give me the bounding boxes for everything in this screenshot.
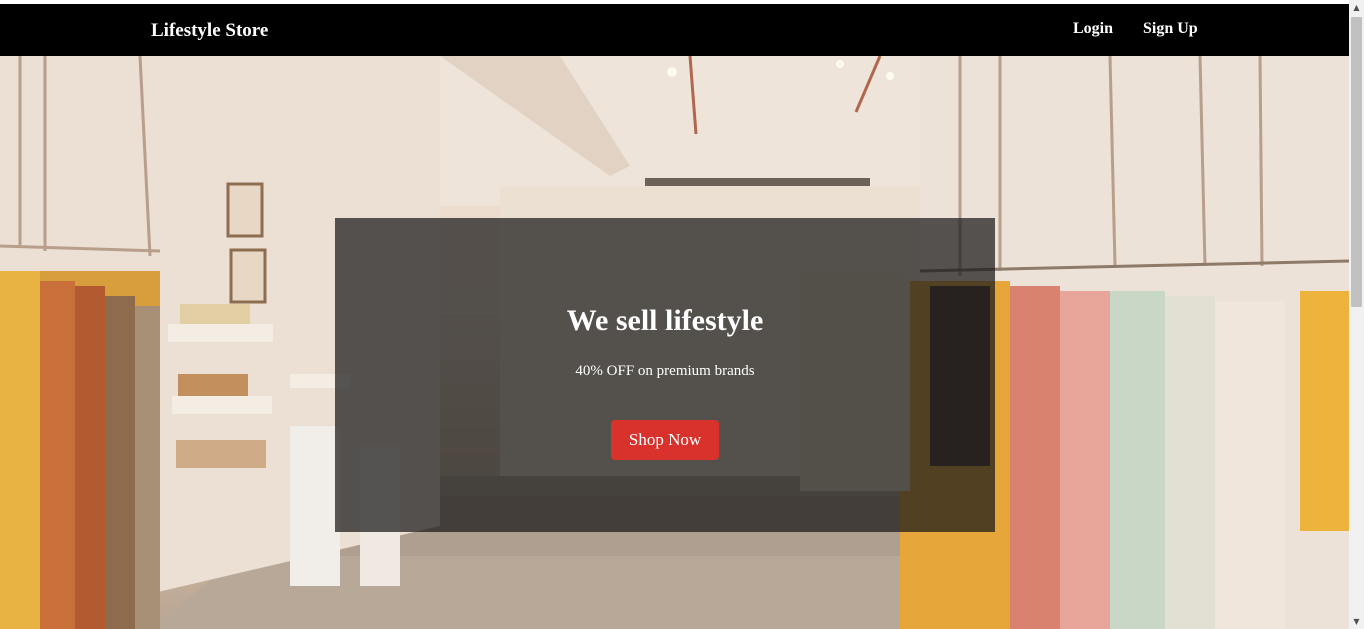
vertical-scrollbar[interactable]: ▲ ▼ bbox=[1349, 0, 1364, 629]
shop-now-button[interactable]: Shop Now bbox=[611, 420, 719, 460]
page: Lifestyle Store Login Sign Up We sell li… bbox=[0, 0, 1364, 629]
login-link[interactable]: Login bbox=[1073, 20, 1113, 38]
scroll-up-arrow-icon[interactable]: ▲ bbox=[1349, 0, 1364, 15]
scroll-down-arrow-icon[interactable]: ▼ bbox=[1349, 614, 1364, 629]
hero-overlay-panel: We sell lifestyle 40% OFF on premium bra… bbox=[335, 218, 995, 532]
signup-link[interactable]: Sign Up bbox=[1143, 20, 1198, 38]
brand-link[interactable]: Lifestyle Store bbox=[151, 20, 268, 42]
hero-subheadline: 40% OFF on premium brands bbox=[575, 363, 755, 379]
hero-headline: We sell lifestyle bbox=[566, 304, 764, 337]
navbar: Lifestyle Store Login Sign Up bbox=[0, 4, 1349, 56]
hero-section: We sell lifestyle 40% OFF on premium bra… bbox=[0, 56, 1349, 629]
scrollbar-thumb[interactable] bbox=[1351, 17, 1362, 307]
